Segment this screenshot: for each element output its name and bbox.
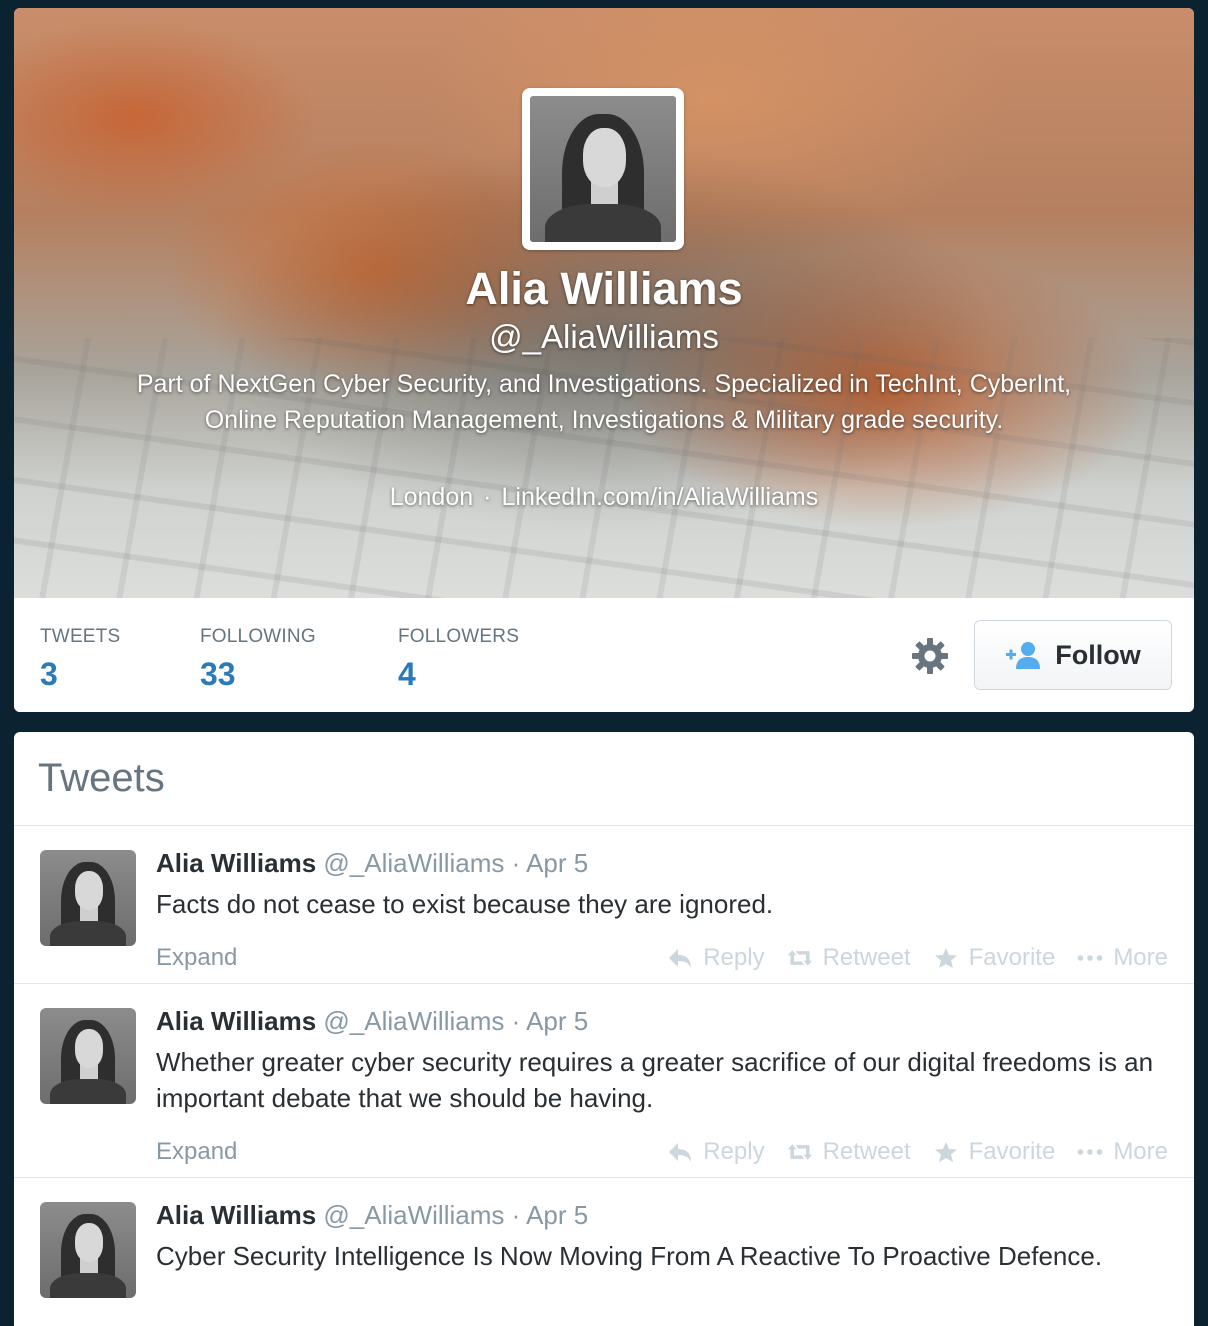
profile-bio: Part of NextGen Cyber Security, and Inve… — [136, 370, 1072, 434]
profile-location: London — [389, 483, 474, 511]
tweet-fullname[interactable]: Alia Williams — [156, 1006, 316, 1036]
profile-handle: @_AliaWilliams — [489, 318, 719, 355]
tweet-footer: Expand Reply Retweet Favorite More — [156, 944, 1168, 972]
tweet-avatar[interactable] — [40, 850, 136, 946]
reply-icon — [669, 1143, 692, 1162]
tweet-actions: Reply Retweet Favorite More — [667, 1138, 1168, 1166]
tweet-text: Cyber Security Intelligence Is Now Movin… — [156, 1241, 1103, 1271]
stat-value: 3 — [40, 656, 58, 692]
more-dots-icon — [1078, 955, 1103, 961]
tweet-avatar[interactable] — [40, 1202, 136, 1298]
profile-name: Alia Williams — [465, 263, 743, 314]
tweet-username[interactable]: @_AliaWilliams — [323, 1200, 504, 1230]
expand-link[interactable]: Expand — [156, 944, 237, 971]
tweet-fullname[interactable]: Alia Williams — [156, 848, 316, 878]
stat-label: TWEETS — [40, 626, 121, 647]
add-user-icon — [1006, 642, 1041, 669]
tweet-username[interactable]: @_AliaWilliams — [323, 848, 504, 878]
tweets-timeline: Tweets Alia Williams @_AliaWilliams · Ap… — [14, 732, 1194, 1326]
stat-following[interactable]: FOLLOWING 33 — [200, 626, 316, 693]
follow-button[interactable]: Follow — [974, 620, 1172, 690]
reply-button[interactable]: Reply — [667, 1138, 765, 1166]
reply-button[interactable]: Reply — [667, 944, 765, 972]
profile-banner: Alia Williams @_AliaWilliams Part of Nex… — [14, 8, 1194, 598]
follow-button-label: Follow — [1055, 639, 1141, 670]
tweet-item[interactable]: Alia Williams @_AliaWilliams · Apr 5 Fac… — [14, 826, 1194, 984]
tweet-actions: Reply Retweet Favorite More — [667, 944, 1168, 972]
profile-website-link[interactable]: LinkedIn.com/in/AliaWilliams — [501, 483, 818, 511]
avatar-photo — [530, 96, 676, 242]
stat-value: 4 — [398, 656, 416, 692]
star-icon — [934, 948, 957, 968]
more-dots-icon — [1078, 1149, 1103, 1155]
expand-link[interactable]: Expand — [156, 1138, 237, 1165]
more-button[interactable]: More — [1077, 944, 1168, 972]
retweet-button[interactable]: Retweet — [787, 1138, 911, 1166]
tweet-separator: · — [511, 1006, 521, 1036]
retweet-icon — [787, 950, 812, 966]
gear-icon[interactable] — [910, 636, 950, 676]
star-icon — [934, 1142, 957, 1162]
tweet-footer: Expand Reply Retweet Favorite More — [156, 1138, 1168, 1166]
tweet-separator: · — [511, 848, 521, 878]
more-button[interactable]: More — [1077, 1138, 1168, 1166]
retweet-icon — [787, 1144, 812, 1160]
stat-label: FOLLOWERS — [398, 626, 520, 647]
favorite-button[interactable]: Favorite — [933, 1138, 1055, 1166]
tweet-date[interactable]: Apr 5 — [526, 1006, 588, 1036]
tweet-fullname[interactable]: Alia Williams — [156, 1200, 316, 1230]
profile-avatar[interactable] — [522, 88, 684, 250]
tweet-item[interactable]: Alia Williams @_AliaWilliams · Apr 5 Whe… — [14, 984, 1194, 1178]
profile-meta: London · LinkedIn.com/in/AliaWilliams — [14, 483, 1194, 512]
tweet-header: Alia Williams @_AliaWilliams · Apr 5 — [156, 1200, 588, 1231]
tweet-header: Alia Williams @_AliaWilliams · Apr 5 — [156, 848, 588, 879]
tweet-item[interactable]: Alia Williams @_AliaWilliams · Apr 5 Cyb… — [14, 1178, 1194, 1326]
tweet-avatar[interactable] — [40, 1008, 136, 1104]
tweet-text: Whether greater cyber security requires … — [156, 1047, 1154, 1113]
stat-value: 33 — [200, 656, 236, 692]
stat-followers[interactable]: FOLLOWERS 4 — [398, 626, 519, 693]
tweet-text: Facts do not cease to exist because they… — [156, 889, 774, 919]
stat-tweets[interactable]: TWEETS 3 — [40, 626, 120, 693]
meta-separator: · — [483, 483, 492, 511]
profile-stats-bar: TWEETS 3 FOLLOWING 33 FOLLOWERS 4 Follow — [14, 598, 1194, 712]
tweet-date[interactable]: Apr 5 — [526, 1200, 588, 1230]
favorite-button[interactable]: Favorite — [933, 944, 1055, 972]
timeline-heading: Tweets — [14, 732, 1194, 826]
stat-label: FOLLOWING — [200, 626, 316, 647]
tweet-separator: · — [511, 1200, 521, 1230]
tweet-date[interactable]: Apr 5 — [526, 848, 588, 878]
retweet-button[interactable]: Retweet — [787, 944, 911, 972]
tweet-username[interactable]: @_AliaWilliams — [323, 1006, 504, 1036]
profile-card: Alia Williams @_AliaWilliams Part of Nex… — [14, 8, 1194, 712]
reply-icon — [669, 949, 692, 968]
tweet-header: Alia Williams @_AliaWilliams · Apr 5 — [156, 1006, 588, 1037]
